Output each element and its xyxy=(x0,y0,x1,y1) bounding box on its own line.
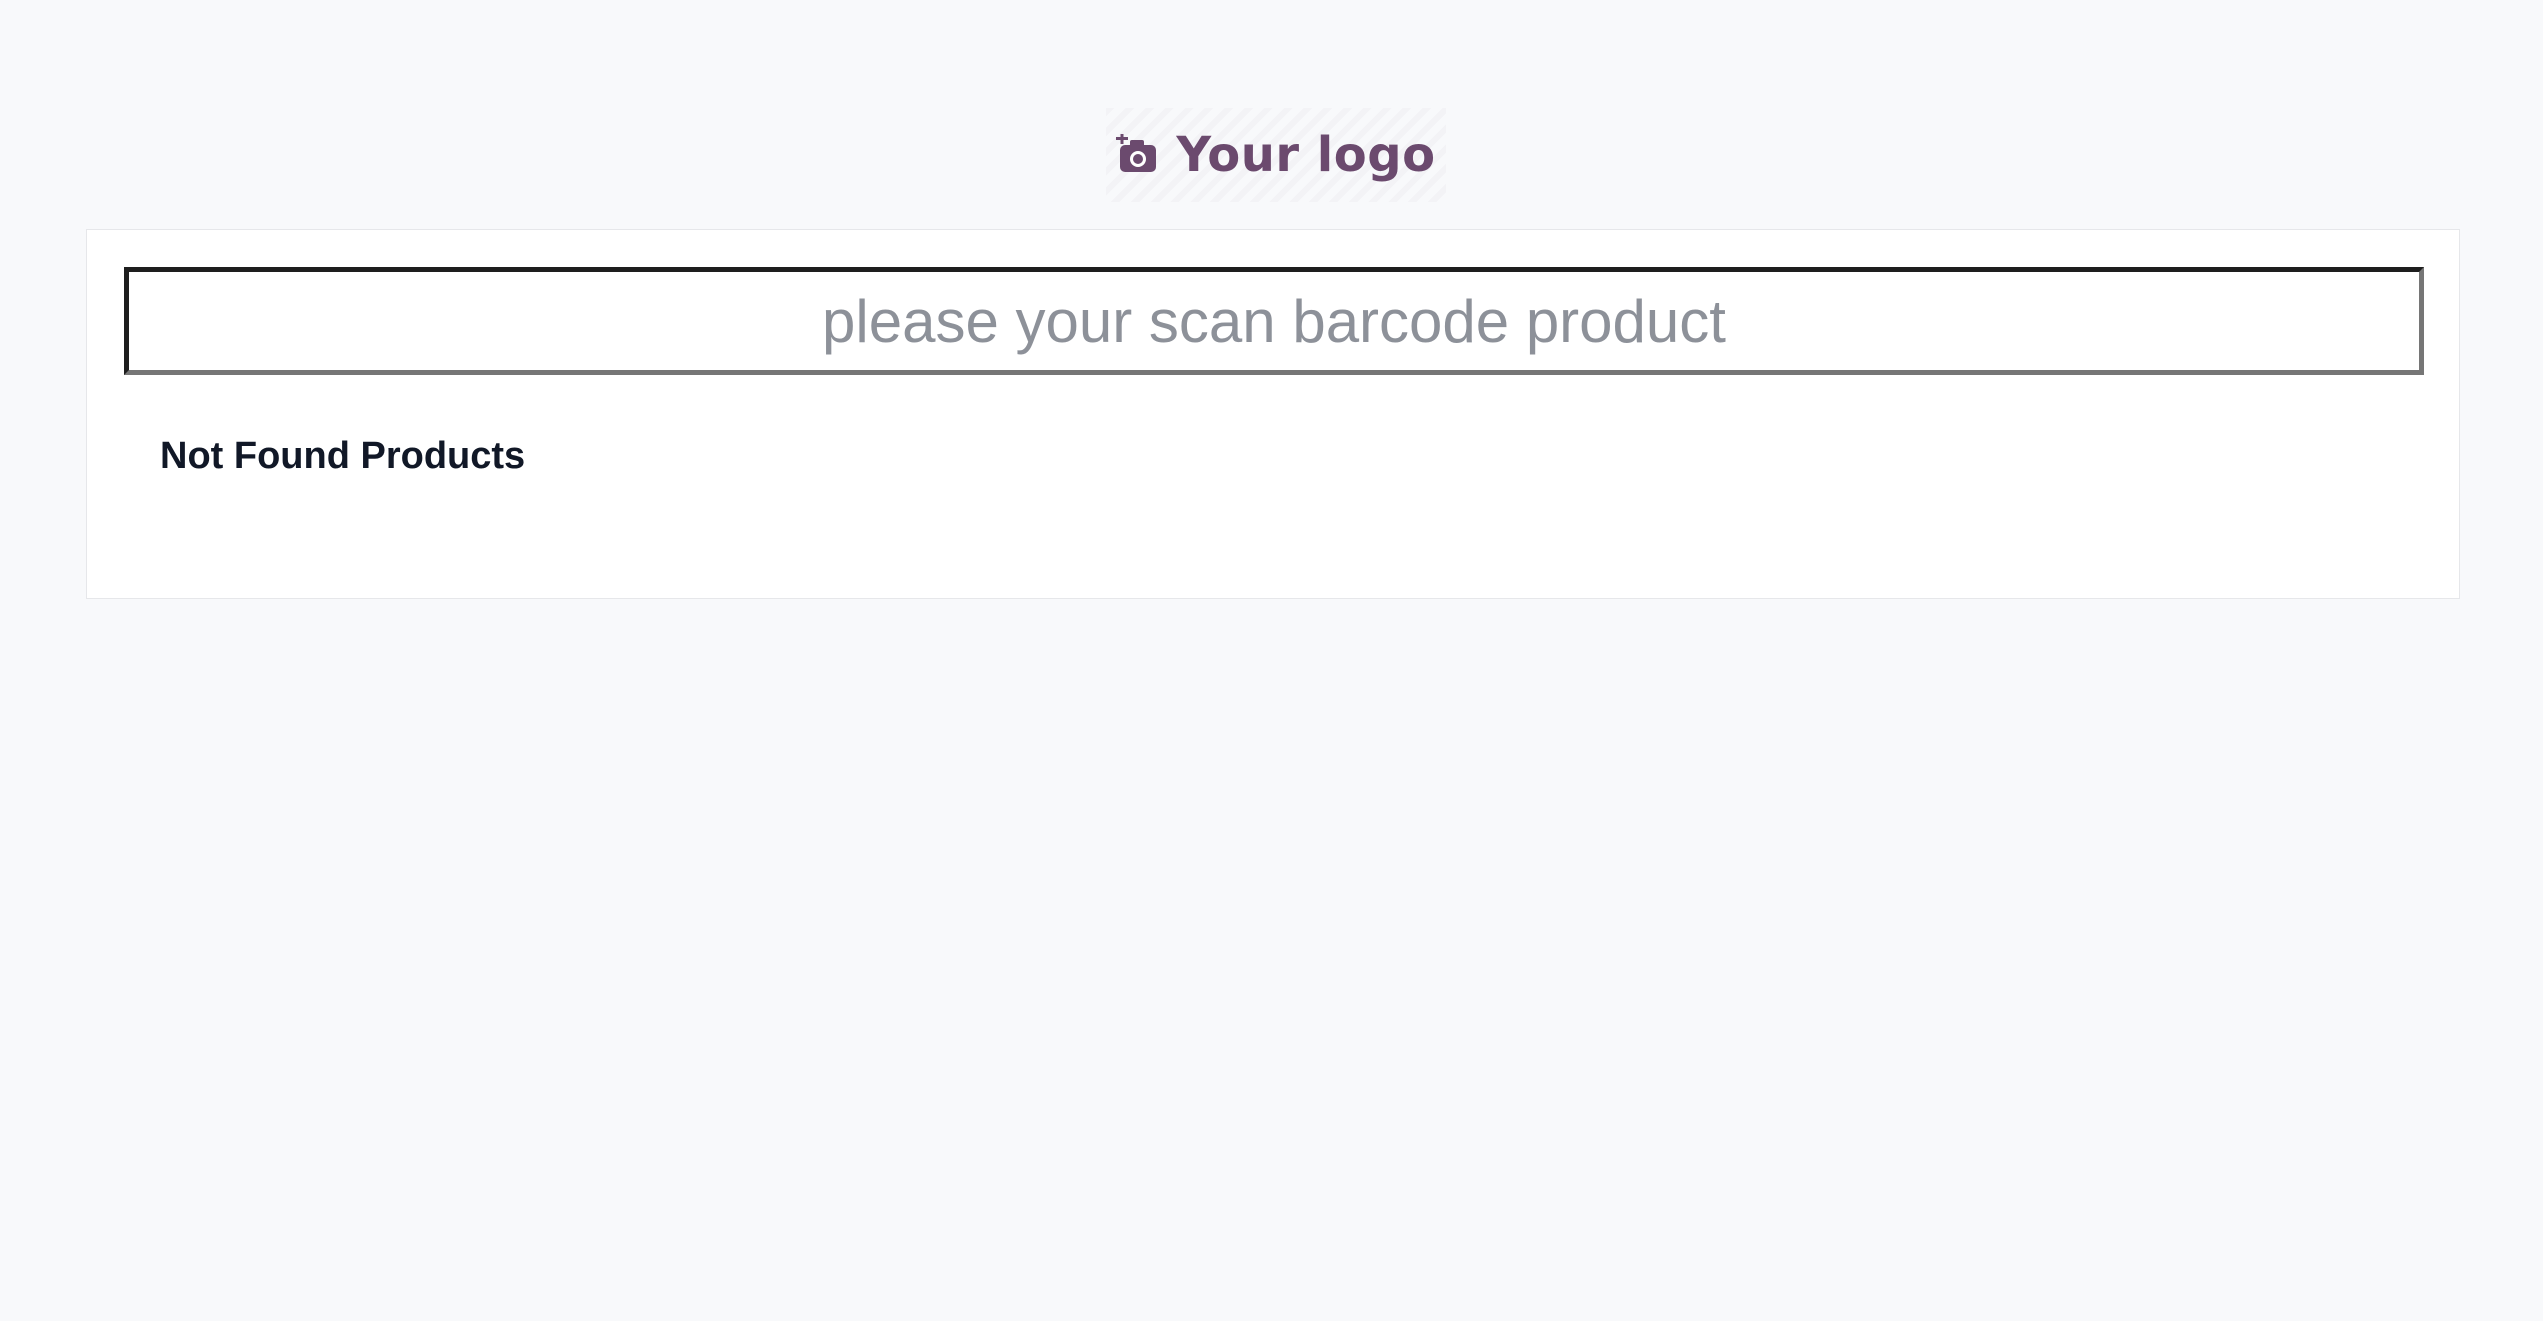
scan-card: Not Found Products xyxy=(86,229,2460,599)
camera-plus-icon xyxy=(1116,134,1158,176)
logo-text: Your logo xyxy=(1176,127,1436,183)
barcode-scan-input[interactable] xyxy=(124,267,2424,375)
not-found-message: Not Found Products xyxy=(160,435,526,477)
logo: Your logo xyxy=(1106,108,1446,202)
